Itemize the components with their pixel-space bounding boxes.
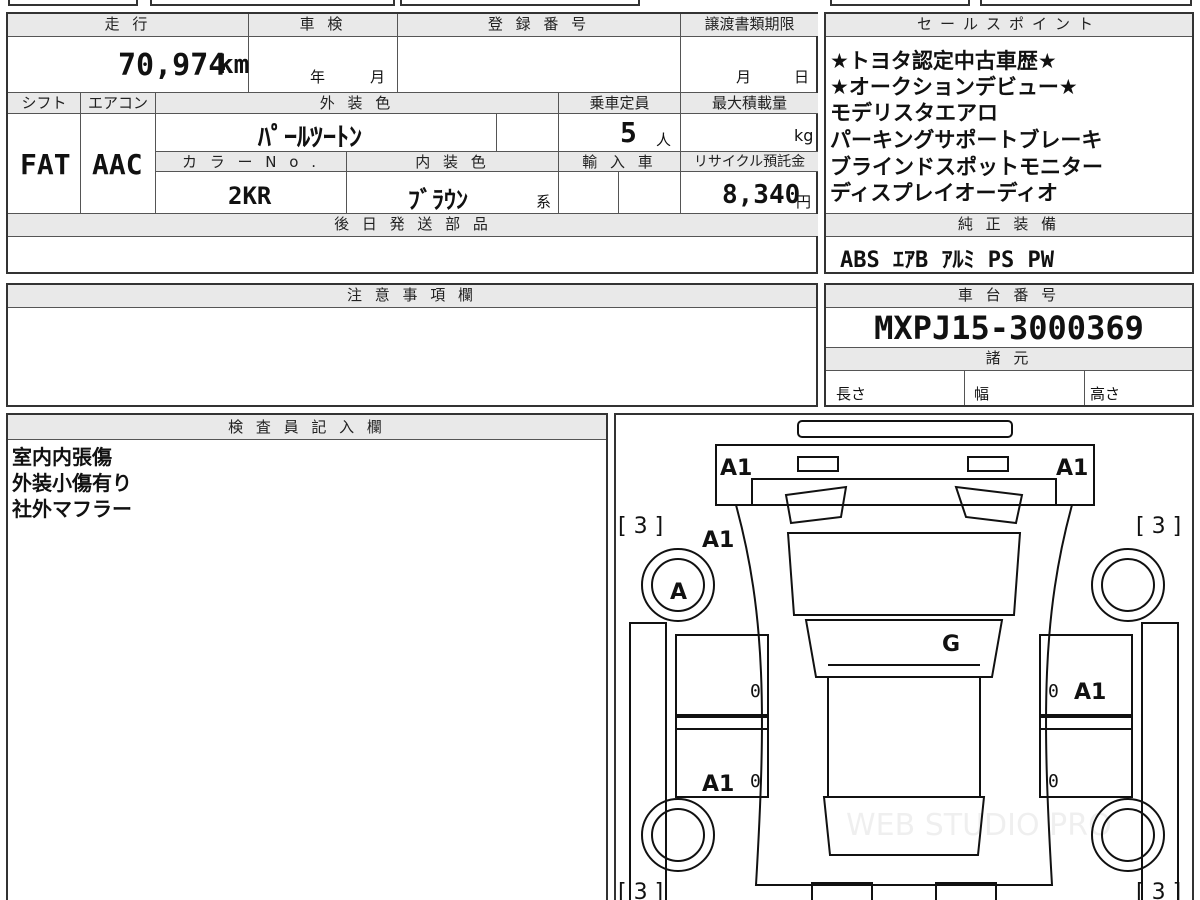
aircon-label: エアコン bbox=[81, 93, 155, 113]
shift-value: FAT bbox=[20, 148, 71, 181]
shaken-label: 車 検 bbox=[249, 14, 397, 36]
damage-mark: A1 bbox=[702, 772, 734, 797]
recycle-label: リサイクル預託金 bbox=[681, 152, 818, 172]
exterior-color-label: 外 装 色 bbox=[156, 93, 558, 113]
chassis-panel: 車 台 番 号 MXPJ15-3000369 諸 元 長さ 幅 高さ bbox=[824, 283, 1194, 407]
chassis-number: MXPJ15-3000369 bbox=[874, 309, 1144, 347]
recycle-unit: 円 bbox=[796, 193, 812, 211]
transfer-deadline-label: 譲渡書類期限 bbox=[681, 14, 818, 36]
registration-label: 登 録 番 号 bbox=[398, 14, 680, 36]
color-no-label: カ ラ ー N o . bbox=[156, 152, 346, 172]
top-strip bbox=[0, 0, 1200, 10]
damage-mark: A1 bbox=[702, 528, 734, 553]
inspector-note: 社外マフラー bbox=[12, 497, 132, 521]
interior-color-value: ﾌﾞﾗｳﾝ bbox=[408, 186, 468, 214]
tire-depth: [ 3 ] bbox=[618, 880, 663, 900]
later-parts-label: 後 日 発 送 部 品 bbox=[8, 214, 818, 236]
sales-point-line: ディスプレイオーディオ bbox=[830, 181, 1059, 205]
specs-label: 諸 元 bbox=[826, 348, 1192, 370]
spec-width: 幅 bbox=[974, 385, 990, 403]
mileage-unit: km bbox=[218, 50, 250, 80]
notes-panel: 注 意 事 項 欄 bbox=[6, 283, 818, 407]
sales-points-panel: セールスポイント ★トヨタ認定中古車歴★ ★オークションデビュー★ モデリスタエ… bbox=[824, 12, 1194, 274]
damage-mark: A1 bbox=[720, 456, 752, 481]
inspector-label: 検 査 員 記 入 欄 bbox=[8, 415, 606, 439]
sales-point-line: モデリスタエアロ bbox=[830, 101, 998, 125]
chassis-label: 車 台 番 号 bbox=[826, 285, 1192, 307]
import-car-label: 輸 入 車 bbox=[559, 152, 680, 172]
damage-mark: 0 bbox=[750, 681, 761, 702]
vehicle-info-table: 走 行 車 検 登 録 番 号 譲渡書類期限 70,974 km 年 月 月 日… bbox=[6, 12, 818, 274]
sales-point-line: ★オークションデビュー★ bbox=[830, 75, 1078, 99]
damage-mark: A1 bbox=[1074, 680, 1106, 705]
shaken-month: 月 bbox=[370, 68, 386, 86]
exterior-color-value: ﾊﾟｰﾙﾂｰﾄﾝ bbox=[258, 123, 363, 153]
damage-mark: A1 bbox=[1056, 456, 1088, 481]
inspector-note: 外装小傷有り bbox=[12, 471, 132, 495]
inspector-note: 室内内張傷 bbox=[12, 445, 112, 469]
damage-mark: A bbox=[670, 580, 687, 605]
sales-point-line: ★トヨタ認定中古車歴★ bbox=[830, 49, 1057, 73]
tire-depth: [ 3 ] bbox=[1136, 880, 1181, 900]
tire-depth: [ 3 ] bbox=[1136, 514, 1181, 539]
shaken-year: 年 bbox=[310, 68, 326, 86]
watermark: WEB STUDIO PRO bbox=[846, 808, 1112, 843]
sales-point-line: パーキングサポートブレーキ bbox=[830, 128, 1103, 152]
genuine-equipment-value: ABS ｴｱB ｱﾙﾐ PS PW bbox=[840, 248, 1054, 273]
tire-depth: [ 3 ] bbox=[618, 514, 663, 539]
damage-mark: 0 bbox=[1048, 771, 1059, 792]
transfer-day: 日 bbox=[794, 68, 810, 86]
capacity-label: 乗車定員 bbox=[559, 93, 680, 113]
recycle-value: 8,340 bbox=[722, 180, 801, 210]
damage-mark: 0 bbox=[1048, 681, 1059, 702]
sales-point-line: ブラインドスポットモニター bbox=[830, 155, 1103, 179]
transfer-month: 月 bbox=[736, 68, 752, 86]
max-load-label: 最大積載量 bbox=[681, 93, 818, 113]
spec-height: 高さ bbox=[1090, 385, 1121, 403]
mileage-label: 走 行 bbox=[8, 14, 248, 36]
color-no-value: 2KR bbox=[228, 182, 272, 210]
damage-diagram-panel: A1 A1 A1 A G A1 A1 0 0 0 0 [ 3 ] [ 3 ] [… bbox=[614, 413, 1194, 900]
car-diagram: A1 A1 A1 A G A1 A1 0 0 0 0 [ 3 ] [ 3 ] [… bbox=[618, 420, 1181, 900]
sales-points-label: セールスポイント bbox=[826, 14, 1192, 36]
capacity-unit: 人 bbox=[656, 131, 672, 149]
interior-color-label: 内 装 色 bbox=[347, 152, 558, 172]
spec-length: 長さ bbox=[836, 385, 867, 403]
notes-label: 注 意 事 項 欄 bbox=[8, 285, 816, 307]
capacity-value: 5 bbox=[620, 116, 637, 149]
inspector-panel: 検 査 員 記 入 欄 室内内張傷 外装小傷有り 社外マフラー bbox=[6, 413, 608, 900]
mileage-value: 70,974 bbox=[118, 48, 227, 83]
max-load-unit: kg bbox=[794, 126, 814, 145]
genuine-equipment-label: 純 正 装 備 bbox=[826, 214, 1192, 236]
damage-mark: G bbox=[942, 632, 960, 657]
damage-mark: 0 bbox=[750, 771, 761, 792]
aircon-value: AAC bbox=[92, 148, 143, 181]
shift-label: シフト bbox=[8, 93, 80, 113]
interior-color-suffix: 系 bbox=[536, 193, 552, 211]
